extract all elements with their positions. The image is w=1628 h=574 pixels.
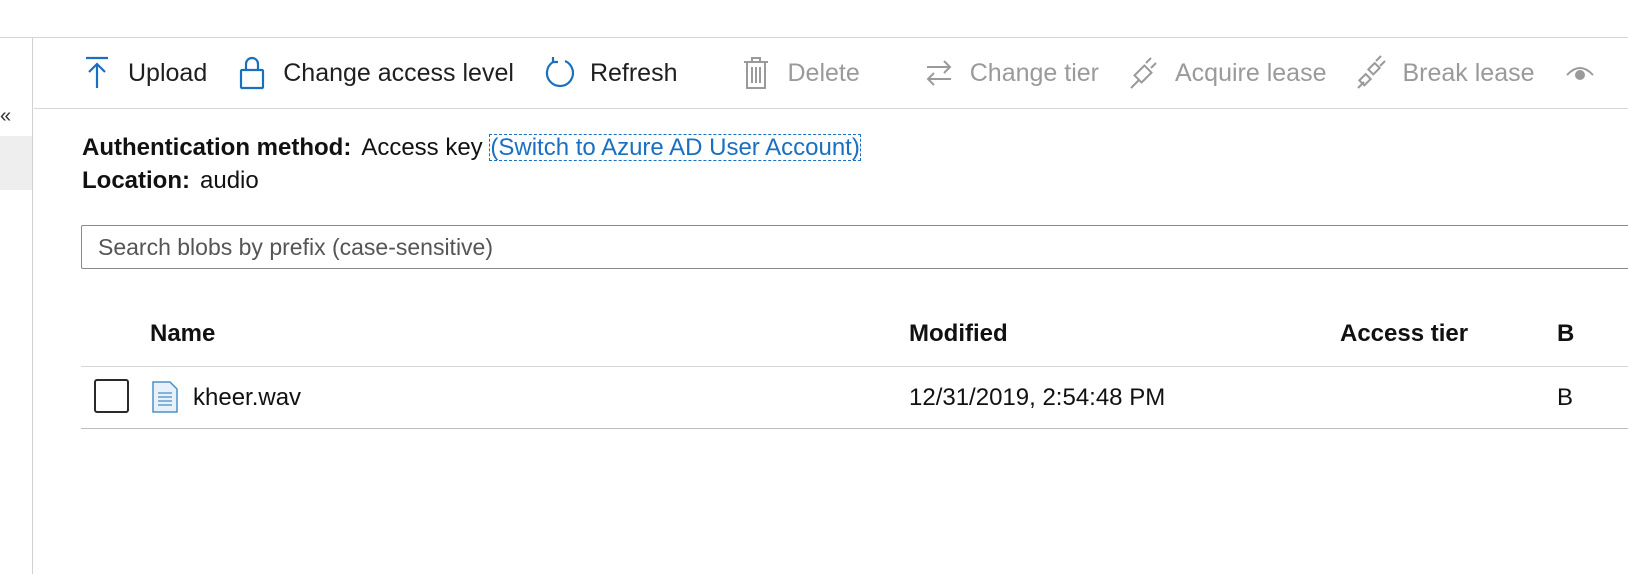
change-tier-label: Change tier (969, 58, 1099, 87)
location-label: Location: (82, 167, 190, 194)
broken-plug-icon (1356, 55, 1387, 91)
change-access-level-label: Change access level (283, 58, 514, 87)
change-access-level-button[interactable]: Change access level (237, 51, 514, 95)
table-row[interactable]: kheer.wav 12/31/2019, 2:54:48 PM B (81, 367, 1628, 429)
column-header-truncated[interactable]: B (1557, 320, 1574, 348)
nav-selected-item[interactable] (0, 136, 32, 190)
upload-label: Upload (128, 58, 208, 87)
upload-icon (82, 55, 112, 91)
refresh-icon (544, 55, 574, 91)
collapse-nav-button[interactable]: « (0, 106, 22, 128)
left-nav-pane: « (0, 38, 33, 574)
swap-arrows-icon (924, 55, 954, 91)
container-info: Authentication method: Access key (Switch… (82, 131, 861, 197)
break-lease-label: Break lease (1402, 58, 1535, 87)
grid-header: Name Modified Access tier B (81, 300, 1628, 367)
column-header-access-tier[interactable]: Access tier (1340, 320, 1468, 348)
delete-button[interactable]: Delete (741, 51, 860, 95)
change-tier-button[interactable]: Change tier (924, 51, 1099, 95)
auth-method-value: Access key (361, 134, 483, 161)
break-lease-button[interactable]: Break lease (1356, 51, 1535, 95)
plug-icon (1129, 55, 1159, 91)
location-value: audio (200, 167, 259, 194)
column-header-name[interactable]: Name (150, 320, 215, 348)
portal-top-bar (0, 0, 1628, 38)
switch-auth-link[interactable]: (Switch to Azure AD User Account) (489, 134, 861, 161)
upload-button[interactable]: Upload (82, 51, 207, 95)
refresh-button[interactable]: Refresh (544, 51, 678, 95)
eye-icon (1565, 55, 1595, 91)
refresh-label: Refresh (589, 58, 678, 87)
blob-name[interactable]: kheer.wav (193, 384, 301, 412)
auth-method-label: Authentication method: (82, 134, 352, 161)
blob-search-input[interactable] (81, 225, 1628, 269)
location-line: Location: audio (82, 164, 861, 197)
row-select-checkbox[interactable] (94, 379, 129, 413)
delete-label: Delete (787, 58, 860, 87)
acquire-lease-label: Acquire lease (1175, 58, 1327, 87)
acquire-lease-button[interactable]: Acquire lease (1129, 51, 1326, 95)
blob-modified: 12/31/2019, 2:54:48 PM (909, 384, 1166, 411)
trash-icon (741, 55, 771, 91)
view-button[interactable] (1565, 51, 1611, 95)
column-header-modified[interactable]: Modified (909, 320, 1008, 348)
command-toolbar: Upload Change access level Refresh Delet… (34, 38, 1628, 109)
blob-grid: Name Modified Access tier B kheer.wav 12… (81, 300, 1628, 429)
blob-truncated-cell: B (1557, 384, 1574, 411)
file-icon (151, 381, 179, 413)
lock-icon (237, 55, 267, 91)
auth-line: Authentication method: Access key (Switch… (82, 131, 861, 164)
